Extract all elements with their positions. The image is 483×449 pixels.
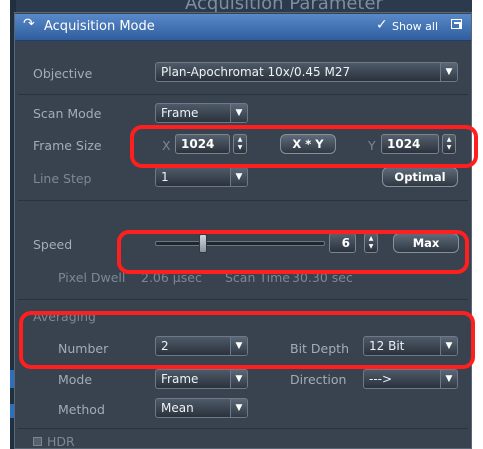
- undock-icon[interactable]: [451, 19, 462, 29]
- direction-dropdown[interactable]: ---> ▼: [363, 369, 458, 389]
- collapse-arrow-icon[interactable]: ↷: [23, 16, 35, 32]
- line-step-value: 1: [161, 170, 169, 184]
- scan-mode-value: Frame: [161, 106, 199, 120]
- separator: [18, 428, 468, 429]
- line-step-label: Line Step: [33, 171, 92, 186]
- chevron-down-icon: ▼: [230, 370, 247, 388]
- chevron-down-icon: ▼: [230, 168, 247, 186]
- speed-label: Speed: [33, 237, 73, 252]
- objective-label: Objective: [33, 66, 93, 81]
- line-step-dropdown[interactable]: 1 ▼: [155, 167, 248, 187]
- separator: [18, 94, 468, 95]
- chevron-down-icon: ▼: [440, 370, 457, 388]
- hdr-checkbox[interactable]: [33, 437, 42, 446]
- direction-value: --->: [369, 372, 393, 386]
- method-label: Method: [58, 402, 105, 417]
- chevron-down-icon: ▼: [230, 399, 247, 417]
- highlight-speed: [117, 230, 469, 274]
- highlight-frame-size: [130, 125, 478, 168]
- show-all-toggle[interactable]: Show all: [392, 20, 438, 33]
- averaging-mode-value: Frame: [161, 372, 199, 386]
- separator: [18, 200, 468, 201]
- objective-dropdown[interactable]: Plan-Apochromat 10x/0.45 M27 ▼: [155, 62, 458, 82]
- averaging-mode-dropdown[interactable]: Frame ▼: [155, 369, 248, 389]
- chevron-down-icon: ▼: [230, 104, 247, 122]
- separator: [18, 299, 468, 300]
- frame-size-label: Frame Size: [33, 138, 102, 153]
- scan-mode-label: Scan Mode: [33, 106, 102, 121]
- checkmark-icon: ✓: [376, 17, 388, 33]
- averaging-method-value: Mean: [161, 401, 194, 415]
- averaging-method-dropdown[interactable]: Mean ▼: [155, 398, 248, 418]
- panel-title: Acquisition Mode: [44, 19, 155, 34]
- pixel-dwell-label: Pixel Dwell: [58, 270, 126, 285]
- scan-mode-dropdown[interactable]: Frame ▼: [155, 103, 248, 123]
- mode-label: Mode: [58, 372, 93, 387]
- objective-value: Plan-Apochromat 10x/0.45 M27: [161, 65, 351, 79]
- highlight-averaging: [19, 311, 475, 369]
- optimal-button[interactable]: Optimal: [382, 167, 458, 187]
- direction-label: Direction: [290, 372, 347, 387]
- chevron-down-icon: ▼: [440, 63, 457, 81]
- hdr-label: HDR: [47, 434, 75, 449]
